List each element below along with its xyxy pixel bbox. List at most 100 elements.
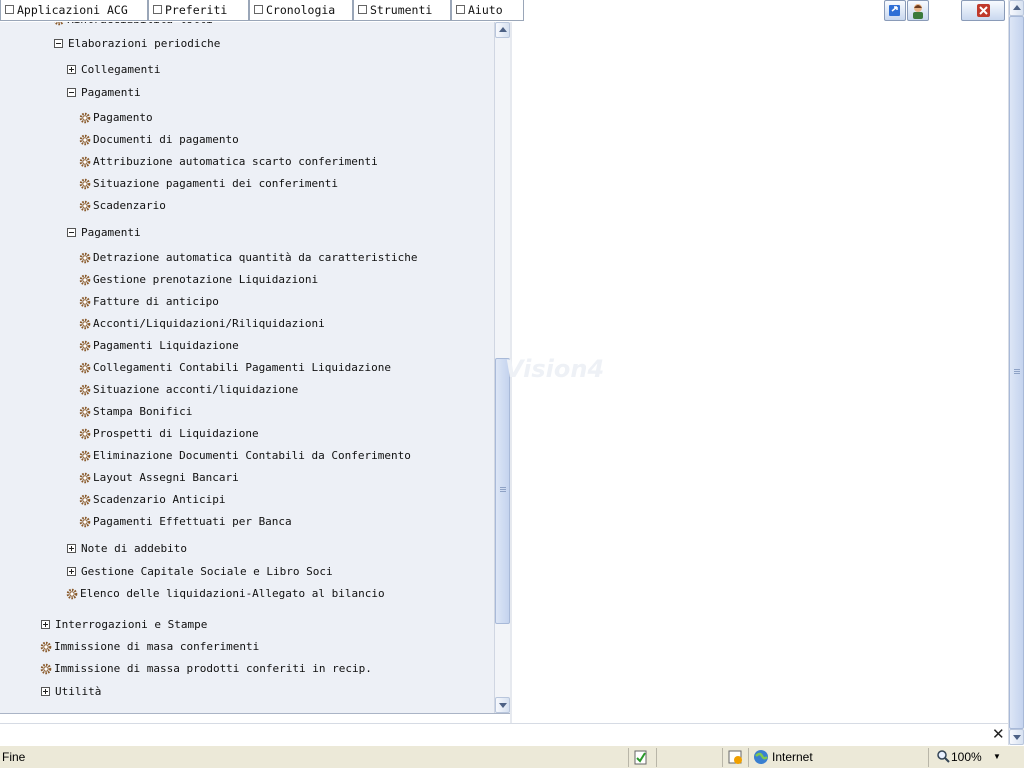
expand-icon[interactable] bbox=[41, 620, 50, 629]
tree-item-label: Fatture di anticipo bbox=[93, 292, 219, 312]
close-icon bbox=[962, 1, 1004, 20]
gear-icon bbox=[40, 663, 52, 675]
tree-item-label: Attribuzione automatica scarto conferime… bbox=[93, 152, 378, 172]
tree-item-label: Prospetti di Liquidazione bbox=[93, 424, 259, 444]
scroll-up-button[interactable] bbox=[1009, 0, 1024, 16]
status-segment bbox=[656, 748, 722, 767]
gear-icon bbox=[79, 296, 91, 308]
tree-item-label: Elenco delle liquidazioni-Allegato al bi… bbox=[80, 584, 385, 604]
lock-icon bbox=[723, 748, 747, 766]
gear-icon bbox=[79, 200, 91, 212]
gear-icon bbox=[79, 252, 91, 264]
status-zone: Internet bbox=[748, 748, 928, 767]
tree-node-label: Elaborazioni periodiche bbox=[68, 34, 220, 54]
tree-node-label: Pagamenti bbox=[81, 223, 141, 243]
status-segment bbox=[628, 748, 656, 767]
tree-item-label: Pagamenti Effettuati per Banca bbox=[93, 512, 292, 532]
expand-icon[interactable] bbox=[41, 687, 50, 696]
gear-icon bbox=[79, 274, 91, 286]
gear-icon bbox=[79, 362, 91, 374]
navigation-tree: Rintracciabilità lotti Elaborazioni peri… bbox=[0, 22, 494, 713]
tree-item-label: Acconti/Liquidazioni/Riliquidazioni bbox=[93, 314, 325, 334]
status-segment bbox=[722, 748, 748, 767]
status-bar: Fine Internet 100% ▼ bbox=[0, 745, 1024, 768]
menu-checkbox-icon bbox=[254, 5, 263, 14]
scroll-down-button[interactable] bbox=[495, 697, 510, 713]
menu-applicazioni-acg[interactable]: Applicazioni ACG bbox=[0, 0, 148, 21]
gear-icon bbox=[79, 156, 91, 168]
close-icon[interactable]: ✕ bbox=[992, 725, 1005, 743]
close-button[interactable] bbox=[961, 0, 1005, 21]
tree-node-label: Collegamenti bbox=[81, 60, 160, 80]
gear-icon bbox=[66, 588, 78, 600]
user-icon bbox=[908, 1, 928, 20]
gear-icon bbox=[79, 112, 91, 124]
expand-icon[interactable] bbox=[67, 567, 76, 576]
tree-item-label: Documenti di pagamento bbox=[93, 130, 239, 150]
scroll-down-button[interactable] bbox=[1009, 729, 1024, 745]
page-check-icon bbox=[629, 748, 653, 766]
zoom-control[interactable]: 100% ▼ bbox=[928, 748, 1008, 767]
magnifier-icon bbox=[935, 748, 951, 766]
menu-preferiti[interactable]: Preferiti bbox=[148, 0, 249, 21]
gear-icon bbox=[79, 428, 91, 440]
tree-item-label: Rintracciabilità lotti bbox=[67, 22, 213, 30]
zone-label: Internet bbox=[772, 748, 813, 766]
tree-item-label: Layout Assegni Bancari bbox=[93, 468, 239, 488]
tree-item-label: Gestione prenotazione Liquidazioni bbox=[93, 270, 318, 290]
menu-strumenti[interactable]: Strumenti bbox=[353, 0, 451, 21]
gear-icon bbox=[40, 641, 52, 653]
window-scrollbar[interactable] bbox=[1008, 0, 1024, 745]
gear-icon bbox=[79, 178, 91, 190]
expand-icon[interactable] bbox=[67, 65, 76, 74]
menu-aiuto[interactable]: Aiuto bbox=[451, 0, 524, 21]
menu-label: Aiuto bbox=[468, 3, 503, 17]
scrollbar-thumb[interactable] bbox=[495, 358, 510, 624]
gear-icon bbox=[79, 450, 91, 462]
menu-label: Cronologia bbox=[266, 3, 335, 17]
tree-item-label: Scadenzario bbox=[93, 196, 166, 216]
gear-icon bbox=[79, 494, 91, 506]
panel-close-bar: ✕ bbox=[0, 723, 1008, 746]
scroll-up-button[interactable] bbox=[495, 22, 510, 38]
scrollbar-thumb[interactable] bbox=[1009, 16, 1024, 729]
gear-icon bbox=[79, 384, 91, 396]
menu-checkbox-icon bbox=[358, 5, 367, 14]
restore-icon bbox=[885, 1, 905, 20]
tree-item-label: Pagamenti Liquidazione bbox=[93, 336, 239, 356]
globe-icon bbox=[752, 748, 770, 766]
tree-node-label: Interrogazioni e Stampe bbox=[55, 615, 207, 635]
chevron-down-icon[interactable]: ▼ bbox=[993, 748, 1001, 766]
zoom-level: 100% bbox=[951, 748, 982, 766]
menu-checkbox-icon bbox=[456, 5, 465, 14]
menu-cronologia[interactable]: Cronologia bbox=[249, 0, 353, 21]
collapse-icon[interactable] bbox=[67, 88, 76, 97]
tree-node-label: Note di addebito bbox=[81, 539, 187, 559]
menu-checkbox-icon bbox=[5, 5, 14, 14]
status-text: Fine bbox=[2, 748, 25, 766]
tree-item-label: Detrazione automatica quantità da caratt… bbox=[93, 248, 418, 268]
tree-item-label: Pagamento bbox=[93, 108, 153, 128]
gear-icon bbox=[79, 340, 91, 352]
tree-item-label: Scadenzario Anticipi bbox=[93, 490, 225, 510]
gear-icon bbox=[79, 472, 91, 484]
gear-icon bbox=[79, 318, 91, 330]
tree-item-label: Situazione pagamenti dei conferimenti bbox=[93, 174, 338, 194]
tree-node-label: Pagamenti bbox=[81, 83, 141, 103]
gear-icon bbox=[79, 516, 91, 528]
menu-label: Preferiti bbox=[165, 3, 227, 17]
gear-icon bbox=[79, 406, 91, 418]
expand-icon[interactable] bbox=[67, 544, 76, 553]
tree-item-label: Collegamenti Contabili Pagamenti Liquida… bbox=[93, 358, 391, 378]
restore-button[interactable] bbox=[884, 0, 906, 21]
menu-label: Applicazioni ACG bbox=[17, 3, 128, 17]
user-button[interactable] bbox=[907, 0, 929, 21]
gear-icon bbox=[53, 22, 65, 26]
tree-item-label: Situazione acconti/liquidazione bbox=[93, 380, 298, 400]
collapse-icon[interactable] bbox=[67, 228, 76, 237]
collapse-icon[interactable] bbox=[54, 39, 63, 48]
tree-node-label: Gestione Capitale Sociale e Libro Soci bbox=[81, 562, 333, 582]
tree-item-label: Immissione di masa conferimenti bbox=[54, 637, 259, 657]
menu-checkbox-icon bbox=[153, 5, 162, 14]
menu-bar: Applicazioni ACG Preferiti Cronologia St… bbox=[0, 0, 1024, 22]
